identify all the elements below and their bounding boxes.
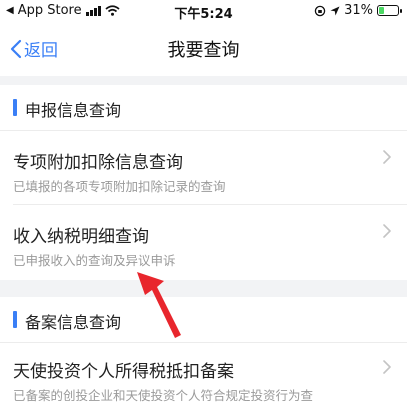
section-gap — [0, 76, 407, 85]
section-accent-bar — [13, 99, 17, 116]
list-item-desc: 已申报收入的查询及异议申诉 — [13, 253, 176, 268]
battery-level — [379, 7, 384, 14]
section-gap — [0, 280, 407, 297]
list-item-income-tax-detail[interactable]: 收入纳税明细查询 已申报收入的查询及异议申诉 — [0, 205, 407, 280]
status-bar: ◀ App Store 下午5:24 31% — [0, 0, 407, 22]
list-item-angel-investment[interactable]: 天使投资个人所得税抵扣备案 已备案的创投企业和天使投资个人符合规定投资行为查 — [0, 343, 407, 417]
section-header-declaration: 申报信息查询 — [0, 85, 407, 131]
section-title: 备案信息查询 — [25, 313, 122, 332]
list-item-title: 专项附加扣除信息查询 — [13, 153, 183, 173]
chevron-right-icon — [383, 360, 391, 374]
chevron-right-icon — [383, 224, 391, 238]
page-title: 我要查询 — [167, 40, 240, 61]
chevron-right-icon — [383, 150, 391, 164]
location-icon — [330, 6, 340, 15]
section-accent-bar — [13, 311, 17, 328]
battery-percent: 31% — [344, 3, 373, 18]
rotation-lock-icon — [314, 5, 326, 16]
list-item-desc: 已备案的创投企业和天使投资个人符合规定投资行为查 — [13, 388, 314, 403]
section-title: 申报信息查询 — [25, 101, 122, 120]
battery-icon — [377, 5, 402, 16]
list-item-desc: 已填报的各项专项附加扣除记录的查询 — [13, 179, 226, 194]
screen: ◀ App Store 下午5:24 31% 返回 我要查询 申报信息查询 专项… — [0, 0, 407, 417]
list-item-special-deduction[interactable]: 专项附加扣除信息查询 已填报的各项专项附加扣除记录的查询 — [0, 131, 407, 205]
section-header-filing: 备案信息查询 — [0, 297, 407, 343]
list-item-title: 收入纳税明细查询 — [13, 227, 149, 247]
nav-bar: 返回 我要查询 — [0, 22, 407, 76]
status-right: 31% — [314, 3, 402, 18]
list-item-title: 天使投资个人所得税抵扣备案 — [13, 362, 234, 382]
